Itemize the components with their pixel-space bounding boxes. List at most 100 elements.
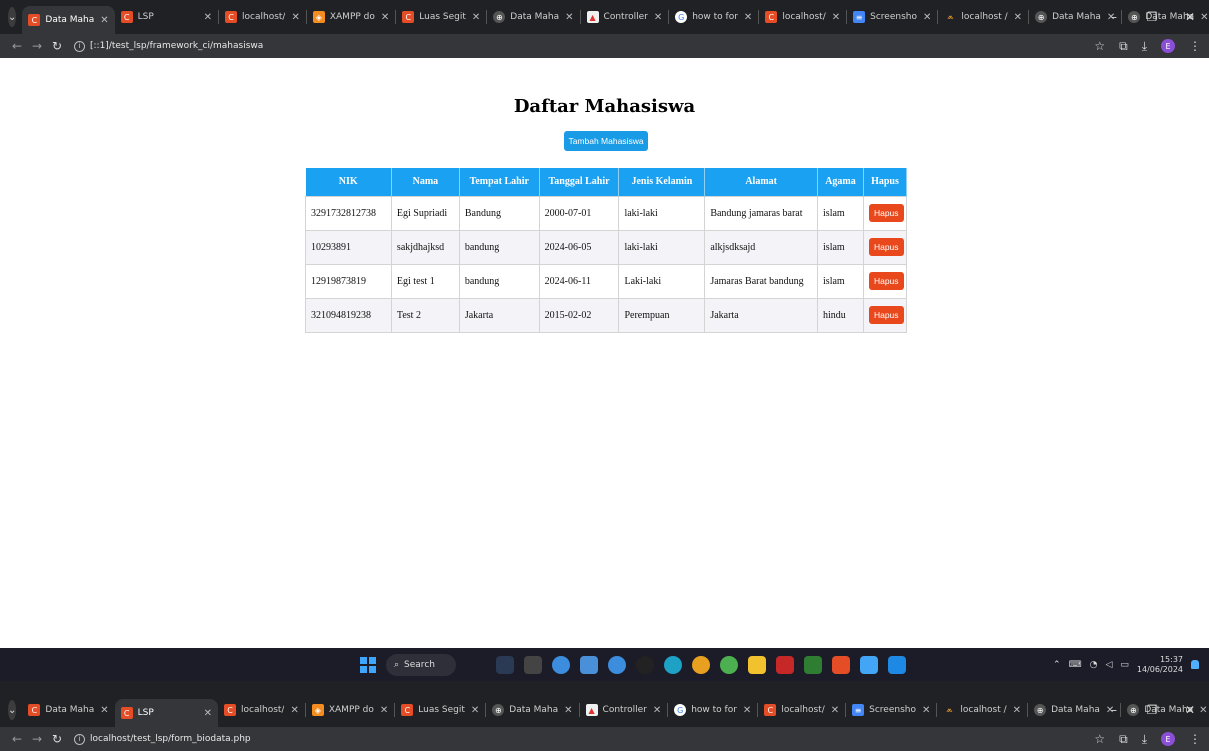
menu-kebab-icon[interactable]: ⋮ [1189, 39, 1201, 53]
download-icon[interactable]: ⤓ [1142, 732, 1147, 747]
close-icon[interactable]: ✕ [471, 705, 479, 716]
profile-avatar[interactable]: E [1161, 39, 1175, 53]
close-icon[interactable]: ✕ [381, 12, 389, 23]
tab-lsp[interactable]: C LSP ✕ [114, 699, 219, 727]
xbox-icon[interactable] [804, 656, 822, 674]
tab-luas-segitiga[interactable]: C Luas Segit ✕ [396, 3, 486, 31]
tab-xampp[interactable]: ◈ XAMPP do ✕ [307, 3, 395, 31]
restore-icon[interactable]: ❐ [1133, 10, 1171, 24]
extensions-icon[interactable]: ⧉ [1119, 732, 1128, 747]
close-icon[interactable]: ✕ [1013, 705, 1021, 716]
tab-luas-segitiga[interactable]: C Luas Segit ✕ [395, 696, 485, 724]
tab-data-mahasiswa-2[interactable]: ⊕ Data Maha ✕ [487, 3, 579, 31]
tab-screenshot[interactable]: ≡ Screensho ✕ [846, 696, 936, 724]
codeigniter-icon[interactable] [832, 656, 850, 674]
close-icon[interactable]: ✕ [654, 12, 662, 23]
close-icon[interactable]: ✕ [564, 705, 572, 716]
minimize-icon[interactable]: – [1095, 703, 1133, 717]
add-mahasiswa-button[interactable]: Tambah Mahasiswa [564, 131, 648, 151]
tab-localhost-2[interactable]: C localhost/ ✕ [759, 3, 846, 31]
delete-button[interactable]: Hapus [868, 238, 904, 256]
file-explorer-icon[interactable] [748, 656, 766, 674]
back-icon[interactable]: ← [8, 39, 26, 53]
restore-icon[interactable]: ❐ [1133, 703, 1171, 717]
chrome-canary-icon[interactable] [692, 656, 710, 674]
windows-start-icon[interactable] [360, 657, 376, 673]
tab-data-mahasiswa[interactable]: C Data Maha ✕ [22, 6, 115, 34]
minimize-icon[interactable]: – [1095, 10, 1133, 24]
close-icon[interactable]: ✕ [100, 15, 108, 26]
profile-avatar[interactable]: E [1161, 732, 1175, 746]
battery-icon[interactable]: ▭ [1120, 660, 1129, 670]
forward-icon[interactable]: → [28, 732, 46, 746]
delete-button[interactable]: Hapus [868, 204, 904, 222]
tab-screenshot[interactable]: ≡ Screensho ✕ [847, 3, 937, 31]
close-icon[interactable]: ✕ [290, 705, 298, 716]
tab-phpmyadmin[interactable]: ⩕ localhost / ✕ [938, 3, 1028, 31]
close-icon[interactable]: ✕ [744, 12, 752, 23]
chat-icon[interactable] [580, 656, 598, 674]
close-icon[interactable]: ✕ [291, 12, 299, 23]
chevron-up-icon[interactable]: ⌃ [1053, 660, 1061, 670]
tab-phpmyadmin[interactable]: ⩕ localhost / ✕ [937, 696, 1027, 724]
close-icon[interactable]: ✕ [380, 705, 388, 716]
chrome-dev-icon[interactable] [720, 656, 738, 674]
app-red-icon[interactable] [776, 656, 794, 674]
lighthouse-app-icon[interactable] [496, 656, 514, 674]
site-info-icon[interactable]: i [74, 733, 85, 745]
tab-controller[interactable]: ▲ Controller ✕ [581, 3, 669, 31]
close-icon[interactable]: ✕ [832, 12, 840, 23]
close-icon[interactable]: ✕ [923, 12, 931, 23]
delete-button[interactable]: Hapus [868, 306, 904, 324]
tab-search-icon[interactable]: ⌄ [8, 7, 17, 27]
close-icon[interactable]: ✕ [100, 705, 108, 716]
wifi-icon[interactable]: ◔ [1090, 660, 1098, 670]
notification-bell-icon[interactable] [1191, 660, 1199, 669]
taskbar-clock[interactable]: 15:37 14/06/2024 [1137, 655, 1183, 675]
tab-localhost[interactable]: C localhost/ ✕ [219, 3, 306, 31]
url-field[interactable]: i [::1]/test_lsp/framework_ci/mahasiswa [74, 40, 263, 52]
tab-xampp[interactable]: ◈ XAMPP do ✕ [306, 696, 394, 724]
keyboard-icon[interactable]: ⌨ [1069, 660, 1082, 670]
close-icon[interactable]: ✕ [1014, 12, 1022, 23]
volume-icon[interactable]: ◁ [1105, 660, 1112, 670]
tab-localhost-2[interactable]: C localhost/ ✕ [758, 696, 845, 724]
close-icon[interactable]: ✕ [831, 705, 839, 716]
close-icon[interactable]: ✕ [565, 12, 573, 23]
site-info-icon[interactable]: i [74, 40, 85, 52]
close-icon[interactable]: ✕ [472, 12, 480, 23]
menu-kebab-icon[interactable]: ⋮ [1189, 732, 1201, 746]
reload-icon[interactable]: ↻ [48, 39, 66, 53]
forward-icon[interactable]: → [28, 39, 46, 53]
tab-controller[interactable]: ▲ Controller ✕ [580, 696, 668, 724]
tab-search-icon[interactable]: ⌄ [8, 700, 17, 720]
url-field[interactable]: i localhost/test_lsp/form_biodata.php [74, 733, 251, 745]
bookmark-star-icon[interactable]: ☆ [1094, 39, 1105, 53]
chrome-icon[interactable] [552, 656, 570, 674]
bookmark-star-icon[interactable]: ☆ [1094, 732, 1105, 746]
extensions-icon[interactable]: ⧉ [1119, 39, 1128, 54]
download-icon[interactable]: ⤓ [1142, 39, 1147, 54]
close-window-icon[interactable]: ✕ [1171, 10, 1209, 24]
taskbar-search[interactable]: ⌕ Search [386, 654, 456, 676]
close-icon[interactable]: ✕ [743, 705, 751, 716]
task-view-icon[interactable] [524, 656, 542, 674]
close-window-icon[interactable]: ✕ [1171, 703, 1209, 717]
terminal-icon[interactable] [636, 656, 654, 674]
chrome-icon[interactable] [608, 656, 626, 674]
postman-icon[interactable] [860, 656, 878, 674]
tab-how-to[interactable]: G how to for ✕ [668, 696, 757, 724]
close-icon[interactable]: ✕ [922, 705, 930, 716]
tab-lsp[interactable]: C LSP ✕ [115, 3, 218, 31]
close-icon[interactable]: ✕ [204, 708, 212, 719]
close-icon[interactable]: ✕ [204, 12, 212, 23]
close-icon[interactable]: ✕ [653, 705, 661, 716]
tab-how-to[interactable]: G how to for ✕ [669, 3, 758, 31]
edge-icon[interactable] [664, 656, 682, 674]
delete-button[interactable]: Hapus [868, 272, 904, 290]
back-icon[interactable]: ← [8, 732, 26, 746]
tab-localhost[interactable]: C localhost/ ✕ [218, 696, 305, 724]
tab-data-mahasiswa[interactable]: C Data Maha ✕ [22, 696, 114, 724]
vscode-icon[interactable] [888, 656, 906, 674]
reload-icon[interactable]: ↻ [48, 732, 66, 746]
